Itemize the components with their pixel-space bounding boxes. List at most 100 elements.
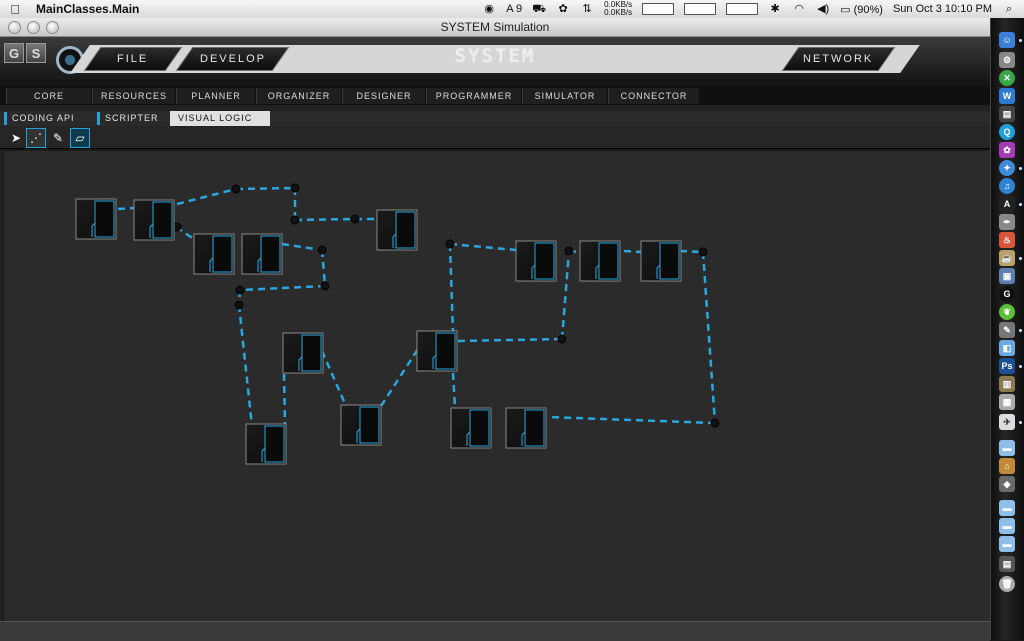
- logic-node-4[interactable]: [241, 233, 283, 275]
- logic-graph[interactable]: [4, 151, 990, 621]
- visual-logic-canvas[interactable]: [2, 149, 992, 623]
- tab-core[interactable]: CORE: [6, 88, 91, 104]
- menubar-status-area: ◉ A 9 ⛟ ✿ ⇅ 0.0KB/s 0.0KB/s ✱ ◠ ◀) ▭ (90%…: [482, 0, 1016, 18]
- finder-icon[interactable]: ☺: [999, 32, 1015, 48]
- volume-icon[interactable]: ◀): [816, 3, 830, 15]
- menu-tab-file-label: FILE: [117, 53, 149, 65]
- leaf-app-icon[interactable]: ❦: [999, 304, 1015, 320]
- tab-coding-api[interactable]: CODING API: [4, 111, 98, 126]
- logic-node-2[interactable]: [133, 199, 175, 241]
- spotlight-search-icon[interactable]: ⌕: [1002, 3, 1016, 15]
- logic-node-10[interactable]: [416, 330, 458, 372]
- battery-status[interactable]: ▭ (90%): [840, 3, 883, 16]
- webcam-icon[interactable]: ◉: [482, 3, 496, 15]
- running-indicator: [1019, 365, 1022, 368]
- preview-icon[interactable]: ▣: [999, 268, 1015, 284]
- document-viewer-icon[interactable]: ✈: [999, 414, 1015, 430]
- document-app-icon[interactable]: ▦: [999, 394, 1015, 410]
- pointer-icon[interactable]: ➤: [6, 128, 26, 148]
- zoom-window-button[interactable]: [46, 21, 59, 34]
- books-app-icon[interactable]: ▥: [999, 376, 1015, 392]
- connect-nodes-icon[interactable]: ⋰: [26, 128, 46, 148]
- cpu-meter: [642, 3, 675, 15]
- net-down: 0.0KB/s: [604, 8, 633, 17]
- coffee-cup-icon[interactable]: ☕: [999, 250, 1015, 266]
- menu-tab-network-label: NETWORK: [803, 53, 874, 65]
- logic-node-14[interactable]: [505, 407, 547, 449]
- app-window: SYSTEM Simulation G S FILE DEVELOP SYSTE…: [0, 18, 992, 641]
- pen-tool-icon[interactable]: ✒: [999, 214, 1015, 230]
- logic-node-12[interactable]: [245, 423, 287, 465]
- system-preferences-icon[interactable]: ⚙: [999, 52, 1015, 68]
- applications-folder-icon[interactable]: ▬: [999, 518, 1015, 534]
- disk-meter: [726, 3, 759, 15]
- tab-visual-logic[interactable]: VISUAL LOGIC: [170, 111, 270, 126]
- app-w-icon[interactable]: W: [999, 88, 1015, 104]
- adobe-updates[interactable]: A 9: [506, 3, 522, 15]
- tab-programmer[interactable]: PROGRAMMER: [426, 88, 521, 104]
- clapper-icon[interactable]: ▤: [999, 106, 1015, 122]
- menu-tab-network[interactable]: NETWORK: [781, 47, 896, 71]
- tab-scripter[interactable]: SCRIPTER: [97, 111, 171, 126]
- logic-node-9[interactable]: [282, 332, 324, 374]
- logic-node-5[interactable]: [376, 209, 418, 251]
- g-app-icon[interactable]: G: [999, 286, 1015, 302]
- logic-nodes[interactable]: [75, 198, 682, 465]
- tool-palette: ➤ ⋰ ✎ ▱: [0, 126, 990, 149]
- package-icon[interactable]: ◆: [999, 476, 1015, 492]
- cube-app-icon[interactable]: ◧: [999, 340, 1015, 356]
- menu-tab-file[interactable]: FILE: [83, 47, 183, 71]
- logic-node-1[interactable]: [75, 198, 117, 240]
- stack-icon[interactable]: ▤: [999, 556, 1015, 572]
- tab-designer[interactable]: DESIGNER: [342, 88, 425, 104]
- image-app-icon[interactable]: ✿: [999, 142, 1015, 158]
- documents-folder-icon[interactable]: ▬: [999, 536, 1015, 552]
- itunes-icon[interactable]: ♫: [999, 178, 1015, 194]
- battery-percent: (90%): [853, 3, 883, 16]
- close-window-button[interactable]: [8, 21, 21, 34]
- logic-node-8[interactable]: [640, 240, 682, 282]
- eraser-icon[interactable]: ✎: [48, 128, 68, 148]
- tab-resources[interactable]: RESOURCES: [92, 88, 175, 104]
- memory-meter: [684, 3, 717, 15]
- folder-icon[interactable]: ▬: [999, 440, 1015, 456]
- tab-simulator[interactable]: SIMULATOR: [522, 88, 607, 104]
- tab-planner[interactable]: PLANNER: [176, 88, 255, 104]
- q-app-icon[interactable]: Q: [999, 124, 1015, 140]
- dock: ☺ ⚙ ✕ W ▤ Q ✿ ✦ ♫ A ✒ ♨ ☕ ▣ G ❦ ✎ ◧ Ps ▥…: [990, 18, 1024, 640]
- bluetooth-icon[interactable]: ✱: [768, 3, 782, 15]
- utility-app-icon[interactable]: ✎: [999, 322, 1015, 338]
- xbox-icon[interactable]: ✕: [999, 70, 1015, 86]
- square-node-icon[interactable]: ▱: [70, 128, 90, 148]
- logic-node-3[interactable]: [193, 233, 235, 275]
- flame-app-icon[interactable]: ♨: [999, 232, 1015, 248]
- tab-connector[interactable]: CONNECTOR: [608, 88, 699, 104]
- tab-visual-logic-label: VISUAL LOGIC: [178, 113, 253, 123]
- app-menu-name[interactable]: MainClasses.Main: [36, 2, 139, 16]
- safari-icon[interactable]: ✦: [999, 160, 1015, 176]
- running-indicator: [1019, 203, 1022, 206]
- apple-menu-icon[interactable]: : [0, 2, 30, 17]
- tab-organizer[interactable]: ORGANIZER: [256, 88, 341, 104]
- editor-tabs: CODING API SCRIPTER VISUAL LOGIC: [0, 111, 990, 126]
- window-titlebar: SYSTEM Simulation: [0, 18, 990, 37]
- logic-node-13[interactable]: [450, 407, 492, 449]
- logic-node-11[interactable]: [340, 404, 382, 446]
- running-indicator: [1019, 39, 1022, 42]
- menu-tab-develop[interactable]: DEVELOP: [175, 47, 290, 71]
- logic-node-6[interactable]: [515, 240, 557, 282]
- minimize-window-button[interactable]: [27, 21, 40, 34]
- script-editor-icon[interactable]: A: [999, 196, 1015, 212]
- g-button[interactable]: G: [4, 43, 24, 63]
- home-folder-icon[interactable]: ⌂: [999, 458, 1015, 474]
- trash-icon[interactable]: 🗑: [999, 576, 1015, 592]
- menu-tab-develop-label: DEVELOP: [199, 53, 266, 65]
- wifi-icon[interactable]: ◠: [792, 3, 806, 15]
- paw-icon[interactable]: ✿: [556, 3, 570, 15]
- s-button[interactable]: S: [26, 43, 46, 63]
- downloads-folder-icon[interactable]: ▬: [999, 500, 1015, 516]
- menubar-clock[interactable]: Sun Oct 3 10:10 PM: [893, 3, 992, 15]
- photoshop-icon[interactable]: Ps: [999, 358, 1015, 374]
- logic-node-7[interactable]: [579, 240, 621, 282]
- truck-icon[interactable]: ⛟: [532, 3, 546, 15]
